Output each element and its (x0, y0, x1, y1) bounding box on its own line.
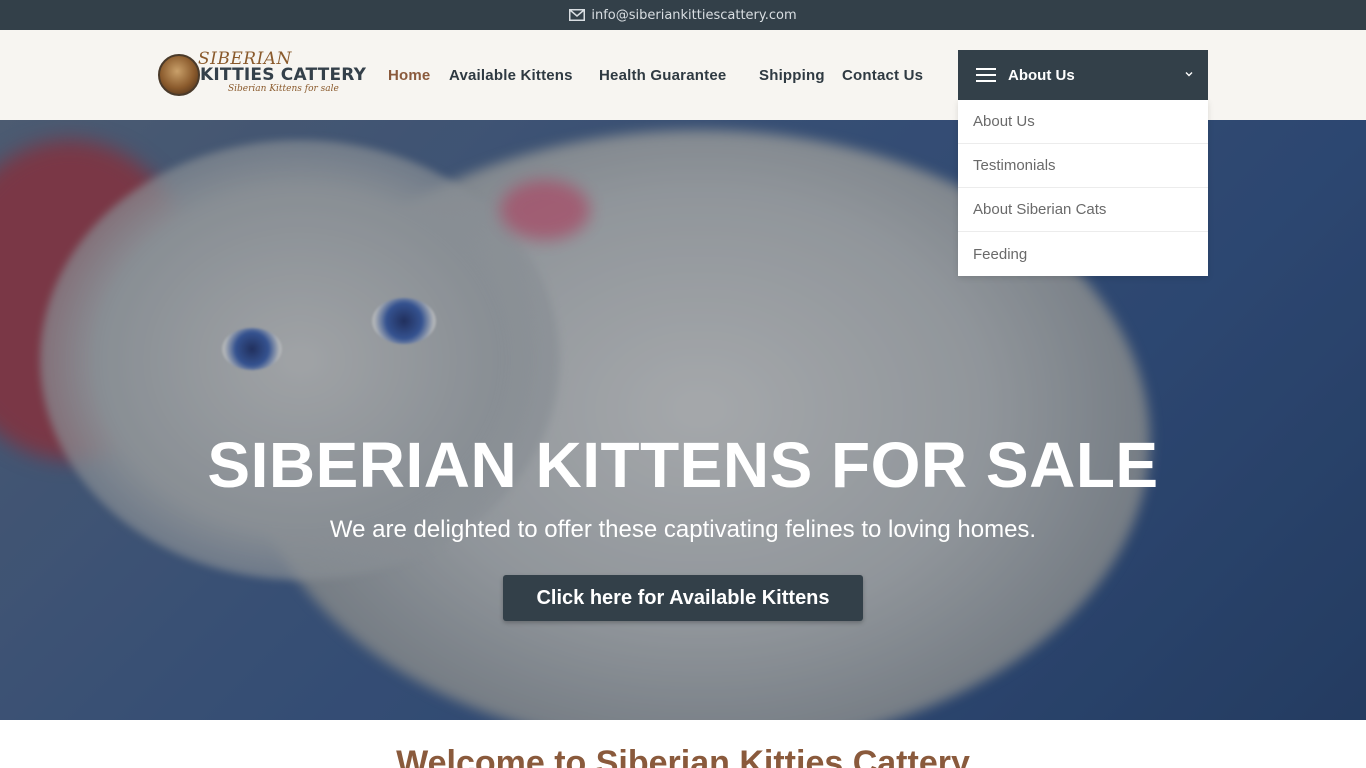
dropdown-item-about-us[interactable]: About Us (958, 100, 1208, 144)
hamburger-icon (976, 68, 996, 82)
hero-subtitle: We are delighted to offer these captivat… (329, 516, 1037, 543)
mail-icon (569, 9, 586, 21)
available-kittens-cta-button[interactable]: Click here for Available Kittens (503, 575, 863, 621)
nav-home[interactable]: Home (388, 67, 430, 84)
about-us-dropdown: About Us About Us Testimonials About Sib… (958, 50, 1208, 276)
email-text: info@siberiankittiescattery.com (591, 7, 797, 23)
hero-title: SIBERIAN KITTENS FOR SALE (207, 429, 1159, 501)
dropdown-menu: About Us Testimonials About Siberian Cat… (958, 100, 1208, 276)
nav-shipping[interactable]: Shipping (759, 67, 825, 84)
dropdown-label: About Us (1008, 66, 1075, 84)
dropdown-item-about-siberian-cats[interactable]: About Siberian Cats (958, 188, 1208, 232)
dropdown-item-feeding[interactable]: Feeding (958, 232, 1208, 276)
nav-available-kittens[interactable]: Available Kittens (449, 67, 573, 84)
nav-contact-us[interactable]: Contact Us (842, 67, 923, 84)
welcome-heading: Welcome to Siberian Kitties Cattery (396, 744, 970, 768)
dropdown-item-testimonials[interactable]: Testimonials (958, 144, 1208, 188)
nav-health-guarantee[interactable]: Health Guarantee (599, 67, 726, 84)
email-link[interactable]: info@siberiankittiescattery.com (569, 7, 797, 23)
about-us-dropdown-toggle[interactable]: About Us (958, 50, 1208, 100)
chevron-down-icon (1185, 72, 1193, 77)
top-bar: info@siberiankittiescattery.com (0, 0, 1366, 30)
